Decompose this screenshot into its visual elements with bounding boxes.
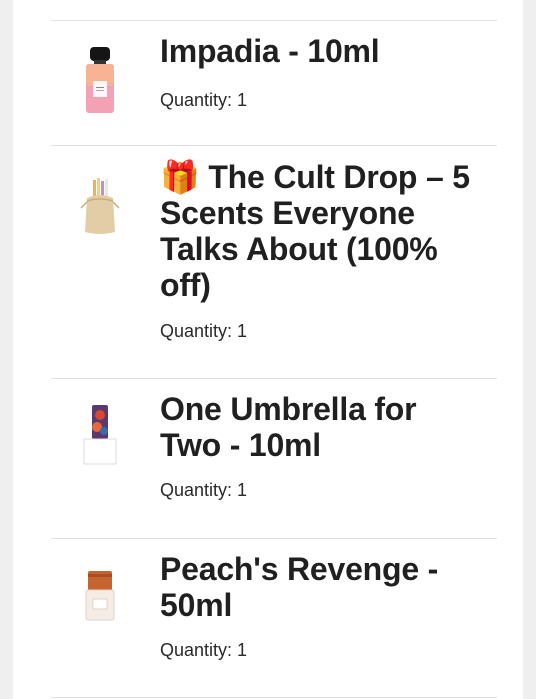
quantity-label: Quantity: 1 bbox=[160, 480, 248, 500]
product-image[interactable] bbox=[75, 45, 125, 117]
product-title[interactable]: Peach's Revenge - 50ml bbox=[160, 551, 480, 623]
quantity-label: Quantity: 1 bbox=[160, 90, 248, 110]
quantity-label: Quantity: 1 bbox=[160, 321, 248, 341]
product-image[interactable] bbox=[75, 569, 125, 623]
divider bbox=[51, 378, 497, 379]
divider bbox=[51, 145, 497, 146]
product-image[interactable] bbox=[75, 403, 125, 467]
sample-vials-pouch-icon bbox=[80, 178, 120, 234]
divider bbox=[51, 538, 497, 539]
quantity-label: Quantity: 1 bbox=[160, 640, 248, 660]
product-title[interactable]: Impadia - 10ml bbox=[160, 33, 480, 69]
product-title[interactable]: One Umbrella for Two - 10ml bbox=[160, 391, 480, 463]
divider bbox=[51, 20, 497, 21]
pink-perfume-bottle-icon bbox=[86, 47, 114, 113]
orange-cap-perfume-bottle-icon bbox=[85, 571, 115, 621]
divider bbox=[51, 697, 497, 698]
product-title[interactable]: 🎁 The Cult Drop – 5 Scents Everyone Talk… bbox=[160, 159, 480, 303]
product-image[interactable] bbox=[75, 176, 125, 238]
patterned-perfume-bottle-icon bbox=[83, 405, 117, 465]
order-items-card: Impadia - 10ml Quantity: 1 🎁 The Cult Dr… bbox=[13, 0, 523, 699]
